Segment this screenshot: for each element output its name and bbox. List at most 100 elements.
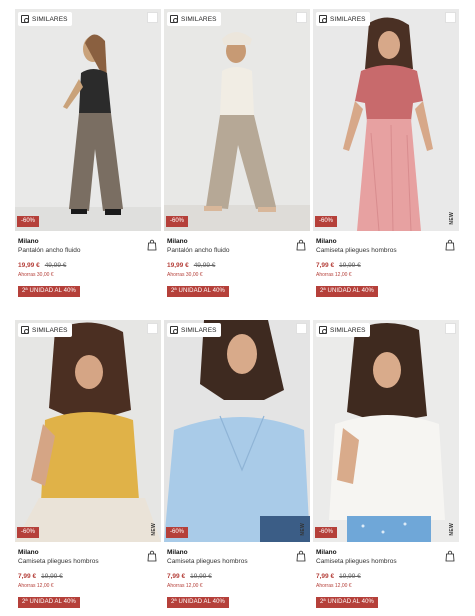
product-grid: SIMILARES -60% Milano Pantalón ancho flu… xyxy=(15,9,461,616)
product-info: Milano Camiseta pliegues hombros 7,99 € … xyxy=(313,231,459,297)
discount-badge: -60% xyxy=(17,216,40,227)
price-row: 7,99 € 19,99 € xyxy=(316,572,459,581)
product-name[interactable]: Pantalón ancho fluido xyxy=(167,246,310,255)
similar-button[interactable]: SIMILARES xyxy=(167,12,221,26)
similar-label: SIMILARES xyxy=(32,15,68,23)
add-to-bag-icon[interactable] xyxy=(147,239,157,251)
compare-checkbox[interactable] xyxy=(147,323,158,334)
similar-label: SIMILARES xyxy=(330,326,366,334)
product-name[interactable]: Camiseta pliegues hombros xyxy=(18,557,161,566)
similar-button[interactable]: SIMILARES xyxy=(167,323,221,337)
promo-badge: 2ª UNIDAD AL 40% xyxy=(18,597,80,608)
original-price: 19,99 € xyxy=(190,573,212,580)
price-row: 19,99 € 49,99 € xyxy=(18,261,161,270)
savings-text: Ahorras 30,00 € xyxy=(167,272,203,278)
savings-text: Ahorras 12,00 € xyxy=(316,583,352,589)
similar-label: SIMILARES xyxy=(181,15,217,23)
similar-icon xyxy=(170,326,178,334)
original-price: 49,99 € xyxy=(44,262,67,269)
original-price: 49,99 € xyxy=(193,262,216,269)
similar-button[interactable]: SIMILARES xyxy=(18,323,72,337)
product-image[interactable]: SIMILARES -60% NEW xyxy=(313,9,459,231)
savings-text: Ahorras 12,00 € xyxy=(18,583,54,589)
product-name[interactable]: Camiseta pliegues hombros xyxy=(316,246,459,255)
current-price: 19,99 € xyxy=(167,262,189,269)
compare-checkbox[interactable] xyxy=(445,12,456,23)
product-info: Milano Camiseta pliegues hombros 7,99 € … xyxy=(15,542,161,608)
product-card[interactable]: SIMILARES -60% NEW Milano Camiseta plieg… xyxy=(15,320,161,608)
product-card[interactable]: SIMILARES -60% Milano Pantalón ancho flu… xyxy=(164,9,310,297)
model-photo-light-blue-top xyxy=(164,320,310,542)
current-price: 7,99 € xyxy=(316,262,335,269)
add-to-bag-icon[interactable] xyxy=(445,550,455,562)
similar-button[interactable]: SIMILARES xyxy=(316,323,370,337)
promo-badge: 2ª UNIDAD AL 40% xyxy=(316,597,378,608)
new-tag: NEW xyxy=(449,523,455,536)
product-info: Milano Pantalón ancho fluido 19,99 € 49,… xyxy=(164,231,310,297)
promo-badge: 2ª UNIDAD AL 40% xyxy=(167,597,229,608)
product-card[interactable]: SIMILARES -60% NEW Milano Camiseta plieg… xyxy=(313,9,459,297)
promo-badge: 2ª UNIDAD AL 40% xyxy=(167,286,229,297)
compare-checkbox[interactable] xyxy=(147,12,158,23)
add-to-bag-icon[interactable] xyxy=(147,550,157,562)
new-tag: NEW xyxy=(151,523,157,536)
product-image[interactable]: SIMILARES -60% xyxy=(164,9,310,231)
product-name[interactable]: Camiseta pliegues hombros xyxy=(316,557,459,566)
product-card[interactable]: SIMILARES -60% Milano Pantalón ancho flu… xyxy=(15,9,161,297)
compare-checkbox[interactable] xyxy=(296,323,307,334)
product-card[interactable]: SIMILARES -60% NEW Milano Camiseta plieg… xyxy=(313,320,459,608)
promo-badge: 2ª UNIDAD AL 40% xyxy=(18,286,80,297)
product-brand: Milano xyxy=(167,549,188,556)
price-row: 7,99 € 19,99 € xyxy=(167,572,310,581)
model-photo-white-top xyxy=(313,320,459,542)
model-photo-white-top-beige-pants xyxy=(164,9,310,231)
discount-badge: -60% xyxy=(166,527,189,538)
new-tag: NEW xyxy=(449,212,455,225)
similar-label: SIMILARES xyxy=(32,326,68,334)
current-price: 7,99 € xyxy=(167,573,186,580)
product-info: Milano Pantalón ancho fluido 19,99 € 49,… xyxy=(15,231,161,297)
similar-icon xyxy=(319,326,327,334)
discount-badge: -60% xyxy=(315,527,338,538)
original-price: 19,99 € xyxy=(41,573,63,580)
product-image[interactable]: SIMILARES -60% NEW xyxy=(15,320,161,542)
product-brand: Milano xyxy=(18,549,39,556)
model-photo-pink-top-floral-skirt xyxy=(313,9,459,231)
product-brand: Milano xyxy=(316,238,337,245)
savings-text: Ahorras 30,00 € xyxy=(18,272,54,278)
product-image[interactable]: SIMILARES -60% NEW xyxy=(164,320,310,542)
promo-badge: 2ª UNIDAD AL 40% xyxy=(316,286,378,297)
product-brand: Milano xyxy=(18,238,39,245)
product-row: SIMILARES -60% Milano Pantalón ancho flu… xyxy=(15,9,461,320)
product-name[interactable]: Pantalón ancho fluido xyxy=(18,246,161,255)
original-price: 19,99 € xyxy=(339,573,361,580)
add-to-bag-icon[interactable] xyxy=(296,550,306,562)
product-info: Milano Camiseta pliegues hombros 7,99 € … xyxy=(164,542,310,608)
savings-text: Ahorras 12,00 € xyxy=(316,272,352,278)
product-info: Milano Camiseta pliegues hombros 7,99 € … xyxy=(313,542,459,608)
product-image[interactable]: SIMILARES -60% NEW xyxy=(313,320,459,542)
compare-checkbox[interactable] xyxy=(445,323,456,334)
product-card[interactable]: SIMILARES -60% NEW Milano Camiseta plieg… xyxy=(164,320,310,608)
price-row: 7,99 € 19,99 € xyxy=(316,261,459,270)
similar-label: SIMILARES xyxy=(330,15,366,23)
current-price: 19,99 € xyxy=(18,262,40,269)
product-image[interactable]: SIMILARES -60% xyxy=(15,9,161,231)
discount-badge: -60% xyxy=(315,216,338,227)
similar-button[interactable]: SIMILARES xyxy=(18,12,72,26)
add-to-bag-icon[interactable] xyxy=(296,239,306,251)
product-name[interactable]: Camiseta pliegues hombros xyxy=(167,557,310,566)
similar-button[interactable]: SIMILARES xyxy=(316,12,370,26)
product-row: SIMILARES -60% NEW Milano Camiseta plieg… xyxy=(15,320,461,616)
price-row: 19,99 € 49,99 € xyxy=(167,261,310,270)
compare-checkbox[interactable] xyxy=(296,12,307,23)
discount-badge: -60% xyxy=(17,527,40,538)
similar-icon xyxy=(21,326,29,334)
similar-label: SIMILARES xyxy=(181,326,217,334)
current-price: 7,99 € xyxy=(18,573,37,580)
similar-icon xyxy=(21,15,29,23)
new-tag: NEW xyxy=(300,523,306,536)
similar-icon xyxy=(170,15,178,23)
discount-badge: -60% xyxy=(166,216,189,227)
add-to-bag-icon[interactable] xyxy=(445,239,455,251)
